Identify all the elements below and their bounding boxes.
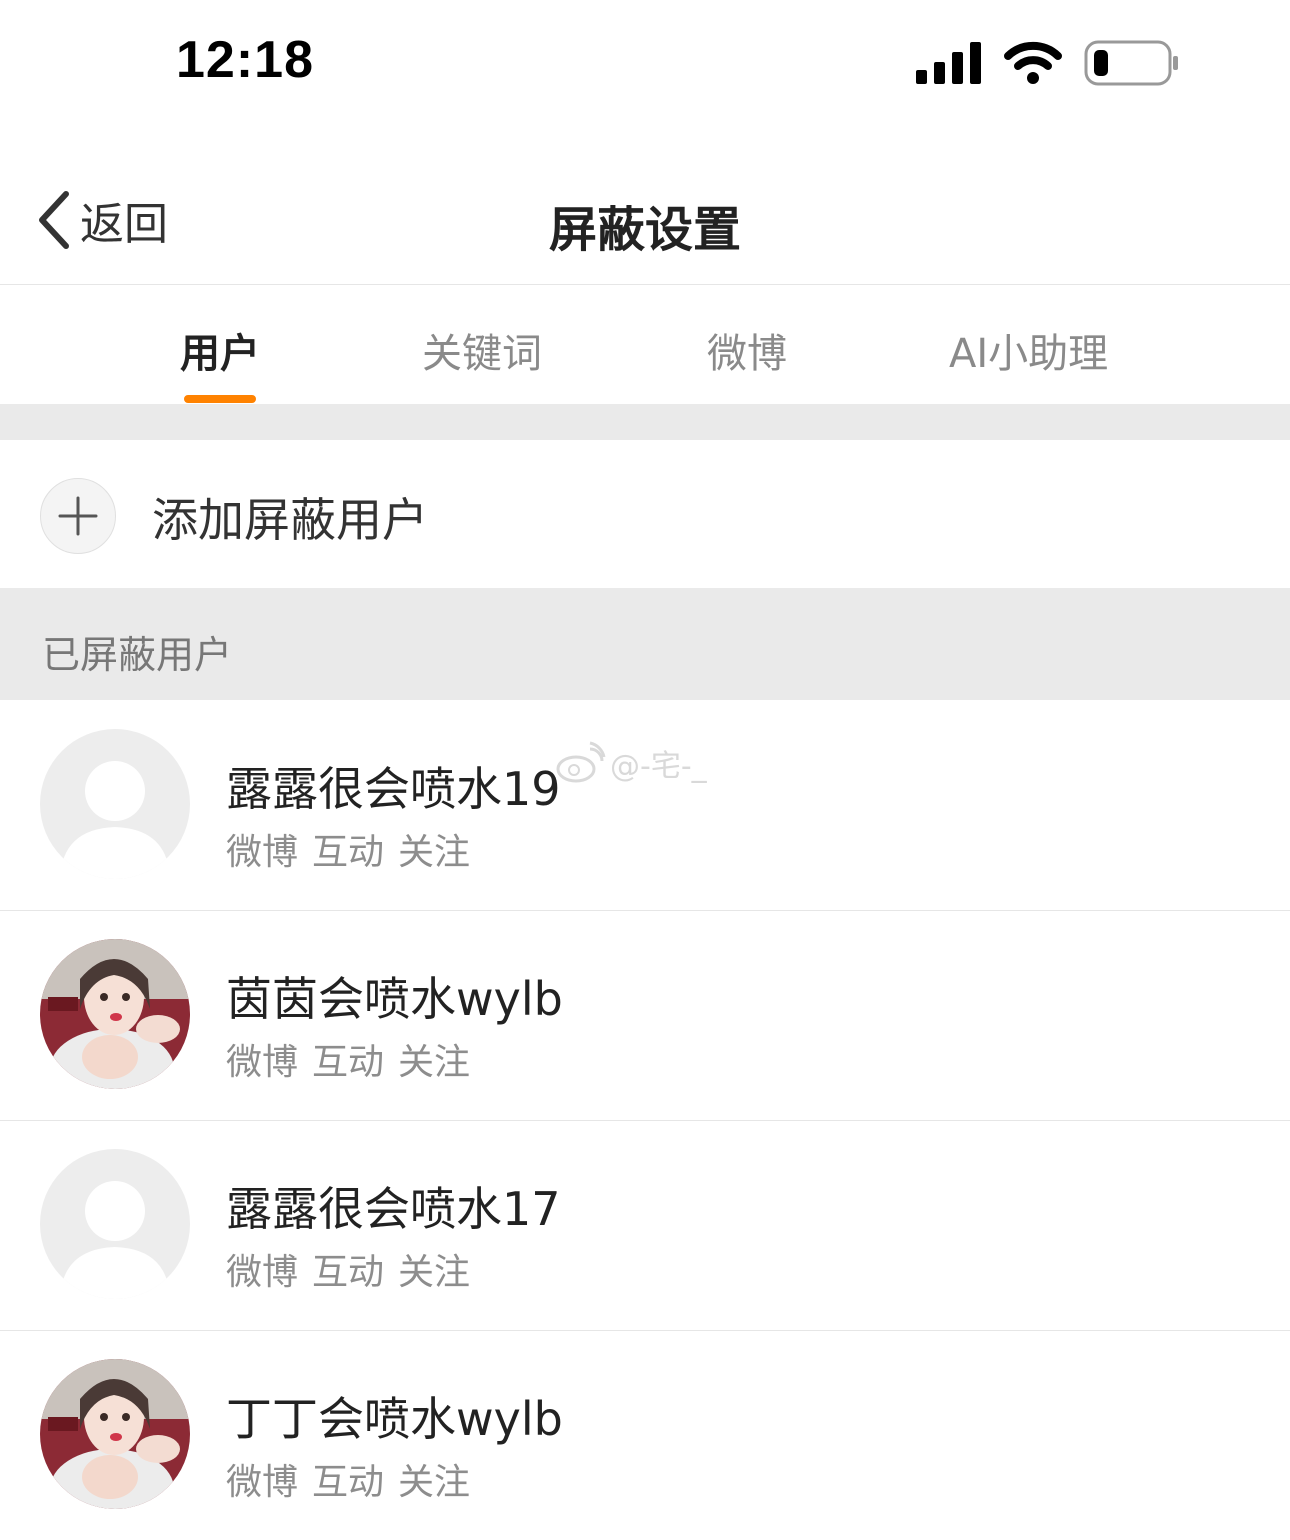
user-tag: 互动 xyxy=(312,1252,385,1293)
nav-bar: 返回 屏蔽设置 xyxy=(0,150,1290,285)
default-avatar xyxy=(40,1149,190,1299)
photo-avatar xyxy=(40,1359,190,1509)
user-tag: 关注 xyxy=(398,1042,471,1083)
user-tag: 互动 xyxy=(312,832,385,873)
blocked-user-row[interactable]: 丁丁会喷水wylb 微博 互动 关注 xyxy=(0,1331,1290,1540)
tab-users[interactable]: 用户 xyxy=(180,321,260,379)
plus-icon xyxy=(58,496,98,536)
active-tab-indicator xyxy=(184,395,256,403)
photo-avatar xyxy=(40,939,190,1089)
battery-low-icon xyxy=(1084,40,1178,86)
user-tag: 互动 xyxy=(312,1462,385,1503)
tab-bar: 用户 关键词 微博 AI小助理 xyxy=(0,285,1290,403)
user-tag: 微博 xyxy=(226,832,299,873)
user-tags: 微博 互动 关注 xyxy=(226,1453,484,1505)
wifi-icon xyxy=(1004,41,1062,84)
user-tag: 关注 xyxy=(398,832,471,873)
user-tag: 微博 xyxy=(226,1462,299,1503)
user-name: 丁丁会喷水wylb xyxy=(226,1392,563,1446)
user-tag: 互动 xyxy=(312,1042,385,1083)
user-name: 露露很会喷水17 xyxy=(226,1182,561,1236)
tab-ai-assistant[interactable]: AI小助理 xyxy=(949,321,1108,379)
section-label: 已屏蔽用户 xyxy=(42,633,233,677)
add-blocked-user-button[interactable]: 添加屏蔽用户 xyxy=(0,440,1290,586)
page-title: 屏蔽设置 xyxy=(548,202,741,258)
watermark: @-宅-_ xyxy=(556,738,707,788)
tab-keywords[interactable]: 关键词 xyxy=(422,321,542,379)
blocked-user-row[interactable]: 露露很会喷水19 微博 互动 关注 xyxy=(0,701,1290,911)
user-tags: 微博 互动 关注 xyxy=(226,823,484,875)
user-tags: 微博 互动 关注 xyxy=(226,1033,484,1085)
add-blocked-user-label: 添加屏蔽用户 xyxy=(152,493,428,547)
user-name: 露露很会喷水19 xyxy=(226,762,561,816)
watermark-text: @-宅-_ xyxy=(610,749,707,784)
user-tag: 关注 xyxy=(398,1252,471,1293)
weibo-logo-icon xyxy=(556,741,606,783)
status-bar: 12:18 xyxy=(0,0,1290,130)
cellular-signal-icon xyxy=(916,42,981,84)
add-circle xyxy=(40,478,116,554)
user-tag: 微博 xyxy=(226,1042,299,1083)
separator-band xyxy=(0,404,1290,440)
user-tag: 微博 xyxy=(226,1252,299,1293)
status-time: 12:18 xyxy=(176,31,314,89)
blocked-user-row[interactable]: 露露很会喷水17 微博 互动 关注 xyxy=(0,1121,1290,1331)
user-name: 茵茵会喷水wylb xyxy=(226,972,563,1026)
blocked-user-row[interactable]: 茵茵会喷水wylb 微博 互动 关注 xyxy=(0,911,1290,1121)
user-tag: 关注 xyxy=(398,1462,471,1503)
blocked-users-section-header: 已屏蔽用户 xyxy=(0,588,1290,700)
tab-weibo[interactable]: 微博 xyxy=(707,321,787,379)
default-avatar xyxy=(40,729,190,879)
user-tags: 微博 互动 关注 xyxy=(226,1243,484,1295)
